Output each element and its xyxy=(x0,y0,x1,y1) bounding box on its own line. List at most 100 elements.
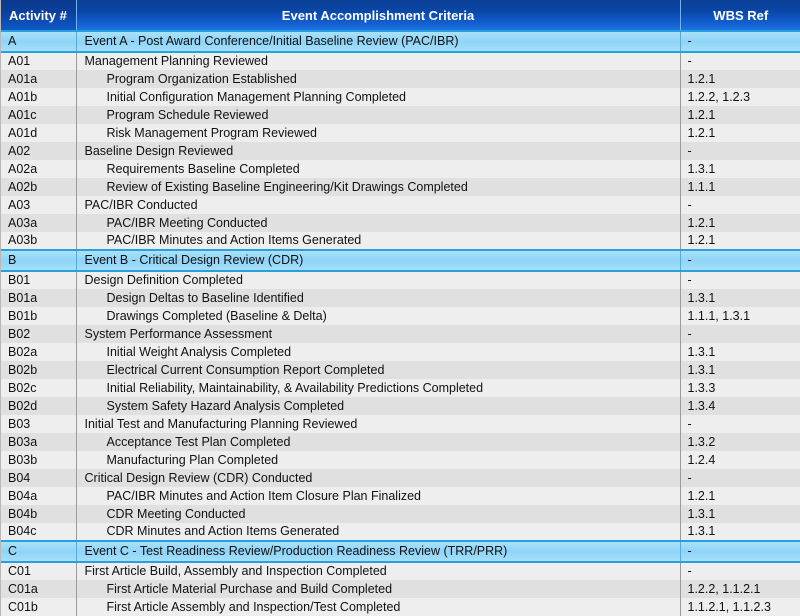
table-row[interactable]: A01d Risk Management Program Reviewed 1.2.… xyxy=(1,124,800,142)
cell-wbs-reference: 1.1.1, 1.3.1 xyxy=(680,307,800,325)
cell-criteria-text: Management Planning Reviewed xyxy=(76,52,681,70)
criteria-label: PAC/IBR Minutes and Action Items Generat… xyxy=(106,233,362,248)
table-row[interactable]: B01 Design Definition Completed - xyxy=(1,271,800,289)
table-row[interactable]: A01 Management Planning Reviewed - xyxy=(1,52,800,70)
cell-activity-number: A03b xyxy=(1,232,77,250)
cell-wbs-reference: 1.2.2, 1.1.2.1 xyxy=(680,580,800,598)
event-accomplishment-criteria-table: Activity # Event Accomplishment Criteria… xyxy=(1,0,800,616)
cell-activity-number: B02b xyxy=(1,361,77,379)
criteria-table-frame: Activity # Event Accomplishment Criteria… xyxy=(0,0,800,616)
cell-wbs-reference: 1.2.1 xyxy=(680,214,800,232)
cell-wbs-reference: 1.3.4 xyxy=(680,397,800,415)
table-row[interactable]: B04b CDR Meeting Conducted 1.3.1 xyxy=(1,505,800,523)
table-row[interactable]: C01a First Article Material Purchase and … xyxy=(1,580,800,598)
table-row[interactable]: B03 Initial Test and Manufacturing Planni… xyxy=(1,415,800,433)
criteria-label: Event C - Test Readiness Review/Producti… xyxy=(84,544,508,559)
table-row[interactable]: B02 System Performance Assessment - xyxy=(1,325,800,343)
cell-wbs-reference: 1.2.4 xyxy=(680,451,800,469)
criteria-label: First Article Assembly and Inspection/Te… xyxy=(106,599,401,614)
cell-activity-number: A03 xyxy=(1,196,77,214)
cell-activity-number: A03a xyxy=(1,214,77,232)
table-row[interactable]: B04 Critical Design Review (CDR) Conducte… xyxy=(1,469,800,487)
cell-criteria-text: PAC/IBR Meeting Conducted xyxy=(76,214,681,232)
criteria-label: Requirements Baseline Completed xyxy=(106,161,300,176)
table-row[interactable]: A03a PAC/IBR Meeting Conducted 1.2.1 xyxy=(1,214,800,232)
criteria-label: Program Organization Established xyxy=(106,71,297,86)
cell-wbs-reference: - xyxy=(680,142,800,160)
table-row[interactable]: A02a Requirements Baseline Completed 1.3.1 xyxy=(1,160,800,178)
table-header: Activity # Event Accomplishment Criteria… xyxy=(1,0,800,32)
table-row[interactable]: A03b PAC/IBR Minutes and Action Items Gen… xyxy=(1,232,800,250)
table-row[interactable]: B02b Electrical Current Consumption Repor… xyxy=(1,361,800,379)
table-row[interactable]: A02 Baseline Design Reviewed - xyxy=(1,142,800,160)
criteria-label: Drawings Completed (Baseline & Delta) xyxy=(106,308,327,323)
cell-wbs-reference: - xyxy=(680,540,800,563)
table-row[interactable]: B04a PAC/IBR Minutes and Action Item Clos… xyxy=(1,487,800,505)
cell-activity-number: B03b xyxy=(1,451,77,469)
table-row[interactable]: C01 First Article Build, Assembly and Ins… xyxy=(1,562,800,580)
table-row[interactable]: B01a Design Deltas to Baseline Identified… xyxy=(1,289,800,307)
cell-criteria-text: PAC/IBR Minutes and Action Item Closure … xyxy=(76,487,681,505)
criteria-label: Design Deltas to Baseline Identified xyxy=(106,290,304,305)
criteria-label: Initial Reliability, Maintainability, & … xyxy=(106,380,484,395)
cell-criteria-text: CDR Meeting Conducted xyxy=(76,505,681,523)
cell-wbs-reference: - xyxy=(680,469,800,487)
cell-wbs-reference: 1.1.2.1, 1.1.2.3 xyxy=(680,598,800,616)
table-row[interactable]: B02c Initial Reliability, Maintainability… xyxy=(1,379,800,397)
cell-wbs-reference: 1.3.1 xyxy=(680,523,800,541)
table-row[interactable]: A03 PAC/IBR Conducted - xyxy=(1,196,800,214)
cell-wbs-reference: 1.2.2, 1.2.3 xyxy=(680,88,800,106)
table-row[interactable]: B03a Acceptance Test Plan Completed 1.3.2 xyxy=(1,433,800,451)
cell-criteria-text: Risk Management Program Reviewed xyxy=(76,124,681,142)
cell-activity-number: A01b xyxy=(1,88,77,106)
criteria-label: Baseline Design Reviewed xyxy=(84,143,234,158)
cell-criteria-text: First Article Build, Assembly and Inspec… xyxy=(76,562,681,580)
cell-wbs-reference: 1.3.1 xyxy=(680,361,800,379)
table-row[interactable]: A01c Program Schedule Reviewed 1.2.1 xyxy=(1,106,800,124)
event-section-row[interactable]: A Event A - Post Award Conference/Initial… xyxy=(1,30,800,53)
table-row[interactable]: B01b Drawings Completed (Baseline & Delta… xyxy=(1,307,800,325)
criteria-label: Electrical Current Consumption Report Co… xyxy=(106,362,385,377)
table-row[interactable]: B03b Manufacturing Plan Completed 1.2.4 xyxy=(1,451,800,469)
column-header-criteria[interactable]: Event Accomplishment Criteria xyxy=(76,0,681,32)
criteria-label: System Performance Assessment xyxy=(84,326,273,341)
table-row[interactable]: B04c CDR Minutes and Action Items Generat… xyxy=(1,523,800,541)
column-header-activity[interactable]: Activity # xyxy=(1,0,77,32)
cell-wbs-reference: 1.3.1 xyxy=(680,343,800,361)
table-row[interactable]: A01b Initial Configuration Management Pla… xyxy=(1,88,800,106)
cell-activity-number: B02c xyxy=(1,379,77,397)
cell-criteria-text: First Article Assembly and Inspection/Te… xyxy=(76,598,681,616)
cell-activity-number: B01b xyxy=(1,307,77,325)
header-row: Activity # Event Accomplishment Criteria… xyxy=(1,0,800,32)
cell-criteria-text: Review of Existing Baseline Engineering/… xyxy=(76,178,681,196)
criteria-label: Manufacturing Plan Completed xyxy=(106,452,279,467)
cell-activity-number: B04b xyxy=(1,505,77,523)
table-row[interactable]: B02d System Safety Hazard Analysis Comple… xyxy=(1,397,800,415)
event-section-row[interactable]: C Event C - Test Readiness Review/Product… xyxy=(1,540,800,563)
cell-activity-number: A01c xyxy=(1,106,77,124)
cell-criteria-text: PAC/IBR Minutes and Action Items Generat… xyxy=(76,232,681,250)
criteria-label: First Article Build, Assembly and Inspec… xyxy=(84,564,387,579)
table-row[interactable]: A01a Program Organization Established 1.2.… xyxy=(1,70,800,88)
criteria-label: CDR Meeting Conducted xyxy=(106,506,246,521)
cell-activity-number: B xyxy=(1,249,77,272)
criteria-label: Initial Weight Analysis Completed xyxy=(106,344,292,359)
cell-wbs-reference: 1.3.1 xyxy=(680,505,800,523)
cell-criteria-text: Design Definition Completed xyxy=(76,271,681,289)
table-row[interactable]: B02a Initial Weight Analysis Completed 1.3… xyxy=(1,343,800,361)
event-section-row[interactable]: B Event B - Critical Design Review (CDR) - xyxy=(1,249,800,272)
cell-criteria-text: System Safety Hazard Analysis Completed xyxy=(76,397,681,415)
cell-criteria-text: First Article Material Purchase and Buil… xyxy=(76,580,681,598)
cell-criteria-text: Electrical Current Consumption Report Co… xyxy=(76,361,681,379)
cell-criteria-text: Requirements Baseline Completed xyxy=(76,160,681,178)
table-row[interactable]: C01b First Article Assembly and Inspectio… xyxy=(1,598,800,616)
column-header-wbs[interactable]: WBS Ref xyxy=(680,0,800,32)
criteria-label: Initial Configuration Management Plannin… xyxy=(106,89,407,104)
cell-activity-number: A01d xyxy=(1,124,77,142)
cell-activity-number: A02 xyxy=(1,142,77,160)
cell-activity-number: B02d xyxy=(1,397,77,415)
cell-wbs-reference: - xyxy=(680,52,800,70)
cell-activity-number: C01 xyxy=(1,562,77,580)
table-row[interactable]: A02b Review of Existing Baseline Engineer… xyxy=(1,178,800,196)
cell-wbs-reference: - xyxy=(680,325,800,343)
